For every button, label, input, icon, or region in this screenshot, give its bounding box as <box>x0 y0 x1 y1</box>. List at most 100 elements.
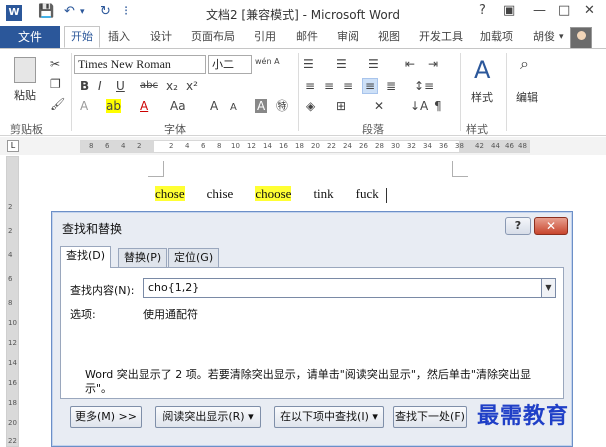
document-word[interactable]: fuck <box>356 186 379 201</box>
grow-font-icon[interactable]: A <box>210 99 218 113</box>
dialog-title: 查找和替换 <box>62 222 123 236</box>
shrink-font-icon[interactable]: A <box>230 101 237 115</box>
tab-file[interactable]: 文件 <box>0 26 60 48</box>
document-word[interactable]: tink <box>313 186 333 201</box>
find-next-button[interactable]: 查找下一处(F) <box>393 406 467 428</box>
avatar[interactable] <box>570 27 592 49</box>
tab-review[interactable]: 审阅 <box>337 26 359 48</box>
document-word-highlighted[interactable]: choose <box>255 186 292 201</box>
vertical-ruler[interactable]: 2 2 4 6 8 10 12 14 16 18 20 22 <box>6 156 19 447</box>
find-what-input[interactable]: cho{1,2} <box>143 278 545 298</box>
paste-icon[interactable] <box>14 57 36 83</box>
bullets-icon[interactable]: ☰ <box>303 57 314 71</box>
tab-replace[interactable]: 替换(P) <box>118 248 168 268</box>
ruler-number: 32 <box>407 142 416 150</box>
document-word-highlighted[interactable]: chose <box>155 186 185 201</box>
decrease-indent-icon[interactable]: ⇤ <box>405 57 415 71</box>
numbering-icon[interactable]: ☰ <box>336 57 347 71</box>
increase-indent-icon[interactable]: ⇥ <box>428 57 438 71</box>
ruler-number: 12 <box>8 339 17 347</box>
shading-icon[interactable]: ◈ <box>306 99 315 113</box>
tab-find[interactable]: 查找(D) <box>60 246 112 268</box>
tab-insert[interactable]: 插入 <box>108 26 130 48</box>
user-name[interactable]: 胡俊 <box>533 26 555 48</box>
more-button[interactable]: 更多(M) >> <box>70 406 142 428</box>
cut-icon[interactable]: ✂ <box>50 57 60 71</box>
ruler-number: 14 <box>8 359 17 367</box>
justify-icon[interactable]: ≡ <box>362 78 379 94</box>
highlight-icon[interactable]: ab <box>106 99 121 113</box>
document-word[interactable]: chise <box>207 186 234 201</box>
phonetic-guide-icon[interactable]: wén A <box>255 55 280 69</box>
horizontal-ruler[interactable]: 8 6 4 2 2 4 6 8 10 12 14 16 18 20 22 24 … <box>80 140 530 153</box>
text-effects-icon[interactable]: A <box>80 99 88 113</box>
align-center-icon[interactable]: ≡ <box>324 79 334 93</box>
ruler-number: 38 <box>455 142 464 150</box>
restore-icon[interactable]: □ <box>558 3 570 18</box>
ruler-number: 24 <box>343 142 352 150</box>
align-right-icon[interactable]: ≡ <box>343 79 353 93</box>
horizontal-ruler-bar: 8 6 4 2 2 4 6 8 10 12 14 16 18 20 22 24 … <box>0 137 606 155</box>
char-shading-icon[interactable]: A <box>255 99 268 113</box>
tab-mailings[interactable]: 邮件 <box>296 26 318 48</box>
strikethrough-icon[interactable]: abc <box>140 79 158 93</box>
ruler-number: 22 <box>8 437 17 445</box>
editing-button[interactable]: 编辑 <box>516 89 538 105</box>
superscript-icon[interactable]: x² <box>186 79 198 93</box>
tab-addins[interactable]: 加载项 <box>480 26 513 48</box>
ruler-number: 46 <box>505 142 514 150</box>
tab-home[interactable]: 开始 <box>64 26 100 48</box>
copy-icon[interactable]: ❐ <box>50 77 61 91</box>
close-icon[interactable]: ✕ <box>584 3 595 18</box>
distributed-icon[interactable]: ≣ <box>386 79 396 93</box>
line-spacing-icon[interactable]: ↕≡ <box>414 79 434 93</box>
italic-icon[interactable]: I <box>98 79 102 93</box>
ruler-number: 6 <box>8 275 13 283</box>
underline-icon[interactable]: U <box>116 79 125 93</box>
user-dropdown-icon[interactable]: ▾ <box>559 26 564 48</box>
font-size-combo[interactable]: 小二 <box>208 55 252 74</box>
ruler-number: 48 <box>518 142 527 150</box>
chevron-down-icon[interactable]: ▼ <box>541 278 556 298</box>
find-icon[interactable]: ⌕ <box>520 56 529 72</box>
tab-goto[interactable]: 定位(G) <box>168 248 220 268</box>
styles-button[interactable]: 样式 <box>471 89 493 105</box>
font-name-combo[interactable]: Times New Roman <box>74 55 206 74</box>
tab-layout[interactable]: 页面布局 <box>191 26 235 48</box>
find-what-label: 查找内容(N): <box>70 284 135 297</box>
paste-button[interactable]: 粘贴 <box>14 87 36 103</box>
tab-developer[interactable]: 开发工具 <box>419 26 463 48</box>
multilevel-list-icon[interactable]: ☰ <box>368 57 379 71</box>
show-marks-icon[interactable]: ¶ <box>434 99 442 113</box>
change-case-icon[interactable]: Aa <box>170 99 186 113</box>
document-text-line[interactable]: chose chise choose tink fuck <box>155 186 401 202</box>
format-painter-icon[interactable]: 🖌 <box>50 97 65 111</box>
ruler-number: 2 <box>169 142 174 150</box>
dialog-help-button[interactable]: ? <box>505 217 531 235</box>
crop-mark <box>148 161 164 177</box>
find-in-button[interactable]: 在以下项中查找(I) ▾ <box>274 406 384 428</box>
tab-references[interactable]: 引用 <box>254 26 276 48</box>
sort-icon[interactable]: ↓A <box>410 99 428 113</box>
chinese-layout-icon[interactable]: ✕ <box>374 99 384 113</box>
tab-selector-icon[interactable]: L <box>7 140 19 152</box>
subscript-icon[interactable]: x₂ <box>166 79 178 93</box>
watermark-logo: 最需教育 <box>477 403 570 429</box>
ruler-number: 6 <box>201 142 206 150</box>
tab-design[interactable]: 设计 <box>150 26 172 48</box>
ribbon-options-icon[interactable]: ▣ <box>503 3 515 18</box>
borders-icon[interactable]: ⊞ <box>336 99 346 113</box>
reading-highlight-button[interactable]: 阅读突出显示(R) ▾ <box>155 406 261 428</box>
dialog-close-button[interactable]: ✕ <box>534 217 568 235</box>
bold-icon[interactable]: B <box>80 79 89 93</box>
ruler-number: 10 <box>231 142 240 150</box>
tab-view[interactable]: 视图 <box>378 26 400 48</box>
options-value: 使用通配符 <box>143 308 198 321</box>
styles-icon[interactable]: A <box>474 57 490 83</box>
font-color-icon[interactable]: A <box>140 99 148 113</box>
ruler-number: 8 <box>89 142 94 150</box>
help-icon[interactable]: ? <box>479 3 486 18</box>
minimize-icon[interactable]: — <box>533 3 546 18</box>
enclose-char-icon[interactable]: ㊕ <box>276 99 288 113</box>
align-left-icon[interactable]: ≡ <box>305 79 315 93</box>
